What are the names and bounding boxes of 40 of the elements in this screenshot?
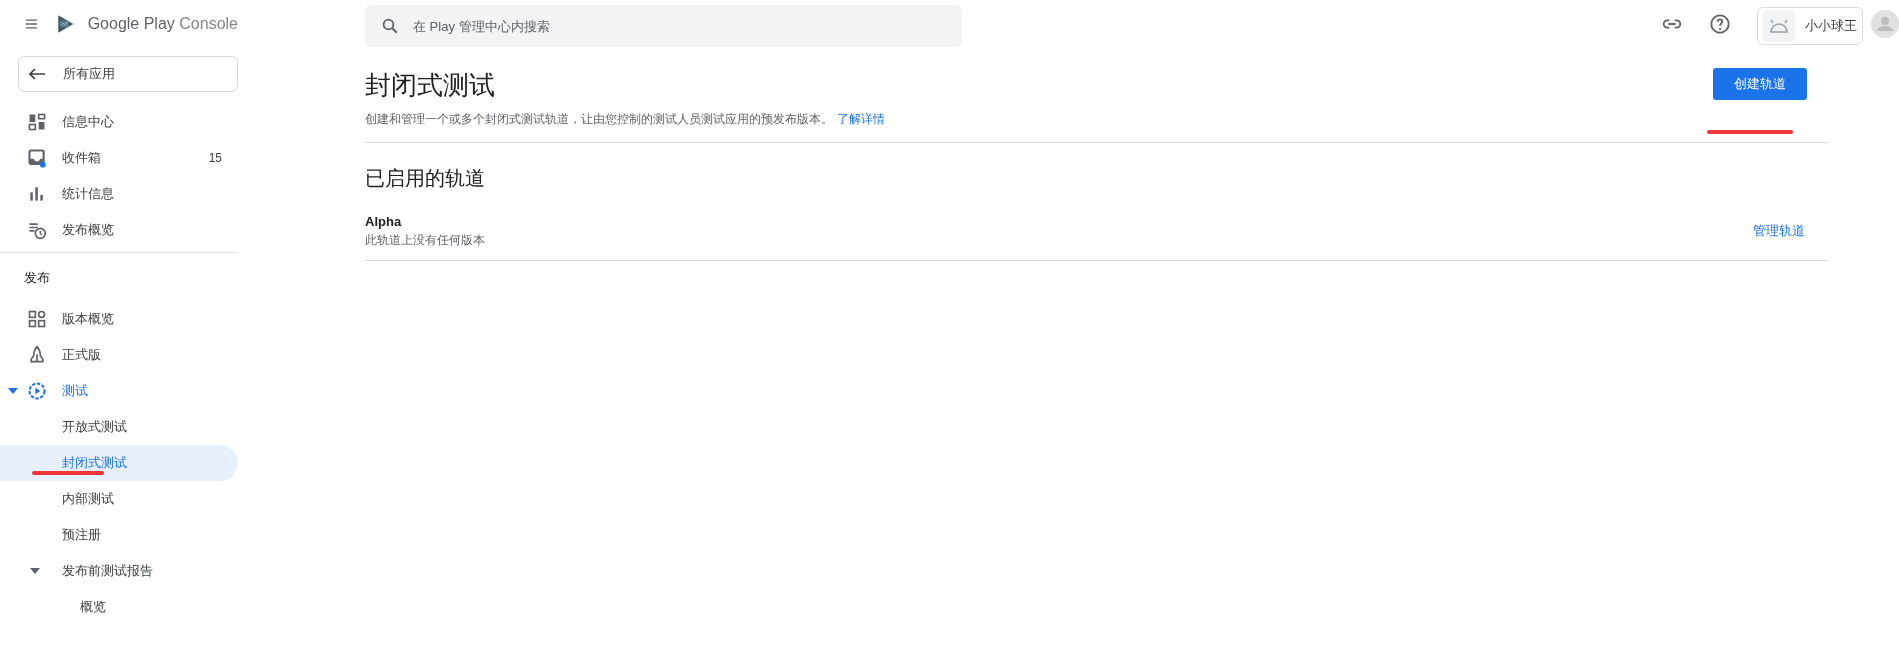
help-icon[interactable] xyxy=(1709,13,1731,35)
learn-more-link[interactable]: 了解详情 xyxy=(837,112,885,126)
app-logo-text: Google Play Console xyxy=(87,15,238,33)
create-track-button[interactable]: 创建轨道 xyxy=(1713,68,1807,100)
back-arrow-icon xyxy=(29,68,45,80)
nav-item[interactable]: 信息中心 xyxy=(0,104,238,140)
grid-icon xyxy=(27,309,47,329)
nav-item[interactable]: 版本概览 xyxy=(0,301,238,337)
search-field[interactable]: 在 Play 管理中心内搜索 xyxy=(365,5,962,47)
page-description: 创建和管理一个或多个封闭式测试轨道，让由您控制的测试人员测试应用的预发布版本。 xyxy=(365,112,833,126)
dashboard-icon xyxy=(27,112,47,132)
nav-item[interactable]: 内部测试 xyxy=(0,481,238,517)
page-title: 封闭式测试 xyxy=(365,69,496,102)
android-icon xyxy=(1769,19,1789,33)
track-status: 此轨道上没有任何版本 xyxy=(365,233,485,248)
nav-item[interactable]: 测试 xyxy=(0,373,238,409)
unread-count: 15 xyxy=(208,151,222,165)
nav-item[interactable]: 概览 xyxy=(0,589,238,625)
track-name: Alpha xyxy=(365,214,403,229)
caret-icon[interactable] xyxy=(30,568,40,574)
annotation-underline xyxy=(32,471,104,475)
play-circle-icon xyxy=(27,381,47,401)
nav-item[interactable]: 开放式测试 xyxy=(0,409,238,445)
all-apps-button[interactable]: 所有应用 xyxy=(18,56,238,92)
rocket-icon xyxy=(27,345,47,365)
nav-item[interactable]: 统计信息 xyxy=(0,176,238,212)
nav-item[interactable]: 封闭式测试 xyxy=(0,445,238,481)
inbox-icon xyxy=(27,148,47,168)
section-title: 已启用的轨道 xyxy=(365,166,486,191)
nav-item[interactable]: 发布概览 xyxy=(0,212,238,248)
section-heading: 发布 xyxy=(23,269,51,287)
nav-item[interactable]: 正式版 xyxy=(0,337,238,373)
nav-item[interactable]: 收件箱 15 xyxy=(0,140,238,176)
app-switcher[interactable]: 小小球王 xyxy=(1757,7,1863,45)
nav-item[interactable]: 发布前测试报告 xyxy=(0,553,238,589)
caret-icon[interactable] xyxy=(8,388,18,394)
list-clock-icon xyxy=(27,220,47,240)
nav-item[interactable]: 预注册 xyxy=(0,517,238,553)
manage-track-link[interactable]: 管理轨道 xyxy=(1753,222,1805,240)
menu-icon[interactable] xyxy=(26,17,38,31)
